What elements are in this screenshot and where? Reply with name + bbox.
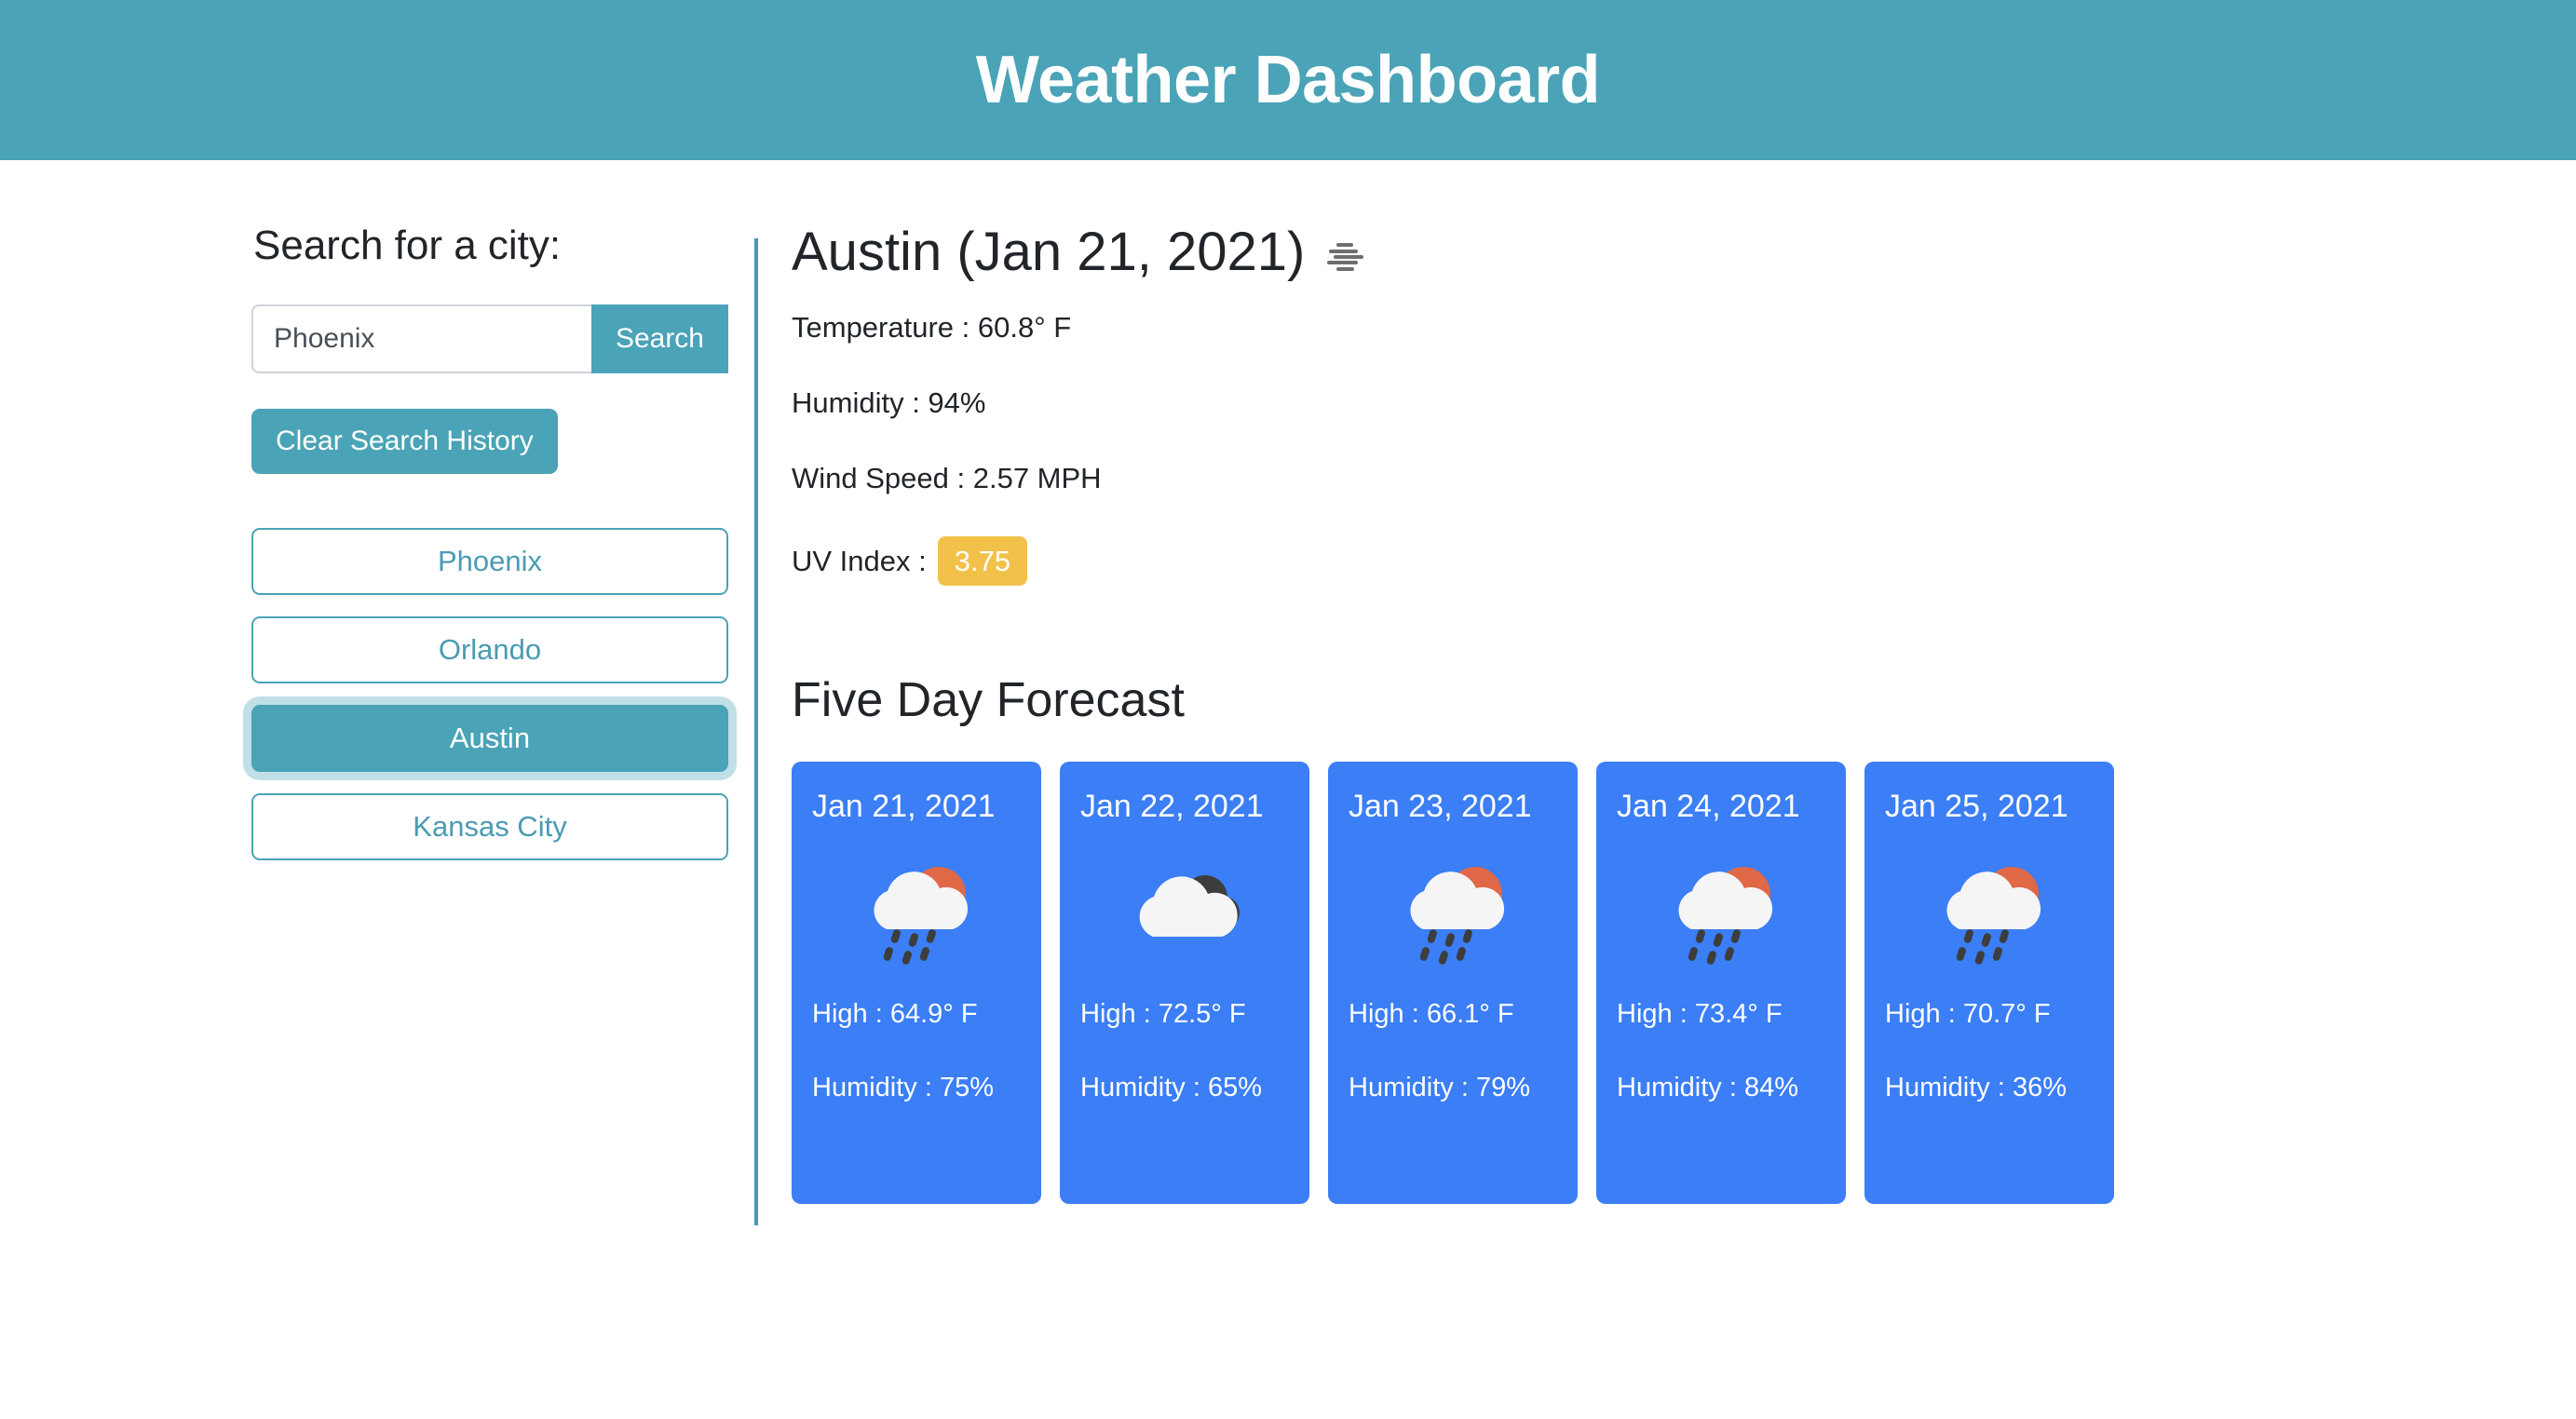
history-item-austin[interactable]: Austin	[251, 704, 728, 772]
app-header: Weather Dashboard	[0, 0, 2576, 160]
weather-main-panel: Austin (Jan 21, 2021) Temperature : 60.8…	[758, 222, 2576, 1204]
temperature-stat: Temperature : 60.8° F	[792, 310, 1072, 344]
search-history-list: Phoenix Orlando Austin Kansas City	[251, 527, 728, 860]
forecast-humidity: Humidity : 65%	[1080, 1073, 1263, 1103]
history-item-orlando[interactable]: Orlando	[251, 615, 728, 683]
sidebar-heading: Search for a city:	[253, 223, 562, 268]
uv-index-label: UV Index :	[792, 545, 927, 578]
forecast-date: Jan 23, 2021	[1349, 788, 1532, 824]
forecast-card: Jan 21, 2021 High: 64.9° F Humidity: 7…	[792, 761, 1041, 1204]
forecast-high: High : 72.5° F	[1080, 999, 1246, 1030]
forecast-card: Jan 23, 2021 High: 66.1° F Humidity: 7…	[1328, 761, 1578, 1204]
forecast-humidity: Humidity : 75%	[812, 1073, 995, 1103]
humidity-stat: Humidity : 94%	[792, 385, 986, 419]
page-body: Search for a city: Search Clear Search H…	[0, 160, 2576, 1225]
current-weather-header: Austin (Jan 21, 2021)	[792, 222, 2576, 284]
forecast-card-list: Jan 21, 2021 High: 64.9° F Humidity: 7…	[792, 761, 2576, 1204]
search-button[interactable]: Search	[590, 304, 728, 373]
broken-clouds-icon	[1080, 842, 1289, 981]
wind-speed-stat: Wind Speed : 2.57 MPH	[792, 462, 1102, 495]
forecast-card: Jan 24, 2021 High: 73.4° F Humidity: 8…	[1596, 761, 1846, 1204]
uv-index-badge: 3.75	[937, 536, 1028, 587]
forecast-high: High : 64.9° F	[812, 999, 978, 1030]
sun-cloud-rain-icon	[1617, 842, 1825, 981]
clear-search-history-button[interactable]: Clear Search History	[251, 408, 558, 474]
current-city-title: Austin (Jan 21, 2021)	[792, 222, 1306, 282]
page-title: Weather Dashboard	[975, 43, 1601, 117]
forecast-high: High : 70.7° F	[1885, 999, 2051, 1030]
uv-index-stat: UV Index : 3.75	[792, 536, 2576, 587]
forecast-date: Jan 24, 2021	[1617, 788, 1800, 824]
forecast-humidity: Humidity : 84%	[1617, 1073, 1799, 1103]
sun-cloud-rain-icon	[812, 842, 1021, 981]
forecast-card: Jan 22, 2021 High : 72.5° F Humidity : 6…	[1060, 761, 1309, 1204]
forecast-high: High : 73.4° F	[1617, 999, 1783, 1030]
forecast-heading: Five Day Forecast	[792, 673, 1185, 728]
forecast-date: Jan 22, 2021	[1080, 788, 1264, 824]
forecast-humidity: Humidity : 36%	[1885, 1073, 2068, 1103]
forecast-card: Jan 25, 2021 High: 70.7° F Humidity: 3…	[1864, 761, 2114, 1204]
search-input[interactable]	[251, 304, 591, 373]
mist-icon	[1323, 240, 1366, 278]
forecast-date: Jan 25, 2021	[1885, 788, 2068, 824]
history-item-kansas-city[interactable]: Kansas City	[251, 792, 728, 860]
forecast-date: Jan 21, 2021	[812, 788, 996, 824]
history-item-phoenix[interactable]: Phoenix	[251, 527, 728, 595]
forecast-high: High : 66.1° F	[1349, 999, 1514, 1030]
sun-cloud-rain-icon	[1885, 842, 2094, 981]
forecast-humidity: Humidity : 79%	[1349, 1073, 1531, 1103]
sun-cloud-rain-icon	[1349, 842, 1557, 981]
search-sidebar: Search for a city: Search Clear Search H…	[251, 222, 754, 860]
search-form: Search	[251, 304, 728, 373]
